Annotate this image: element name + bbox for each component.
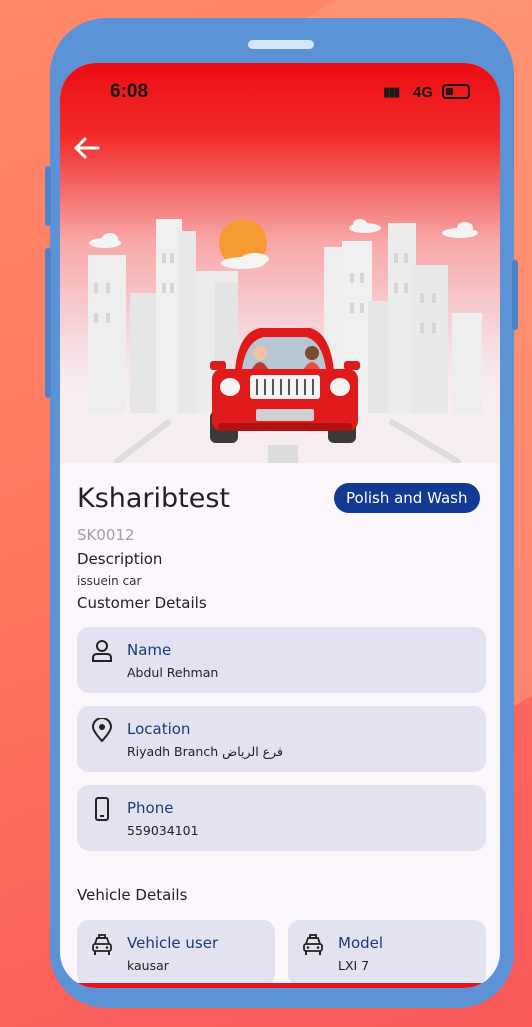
side-button [45,166,51,226]
hero-header: 6:08 ▮▮▮ 4G [60,63,500,463]
vehicle-details-heading: Vehicle Details [77,886,188,904]
location-pin-icon [91,718,113,742]
car-icon [303,934,323,955]
customer-location-card: Location Riyadh Branch فرع الرياض [77,706,486,772]
signal-icon: ▮▮▮ [383,85,401,100]
name-value: Abdul Rehman [127,665,219,680]
app-screen: 6:08 ▮▮▮ 4G Ksharibtest Polish and Wash … [60,63,500,988]
phone-label: Phone [127,799,174,817]
vehicle-user-label: Vehicle user [127,934,219,952]
customer-name-card: Name Abdul Rehman [77,627,486,693]
description-value: issuein car [77,574,142,588]
speaker-bar [248,40,314,49]
name-label: Name [127,641,172,659]
network-type: 4G [413,84,434,101]
back-button[interactable] [72,133,102,163]
bottom-accent-bar [60,983,500,988]
phone-frame: 6:08 ▮▮▮ 4G Ksharibtest Polish and Wash … [45,18,518,1008]
battery-icon [442,84,470,99]
phone-value: 559034101 [127,823,199,838]
power-button [512,260,518,330]
model-value: LXI 7 [338,958,370,973]
vehicle-user-value: kausar [127,958,169,973]
customer-phone-card: Phone 559034101 [77,785,486,851]
model-label: Model [338,934,384,952]
status-time: 6:08 [110,81,149,102]
vehicle-user-card: Vehicle user kausar [77,920,275,986]
service-badge: Polish and Wash [334,483,480,513]
job-code: SK0012 [77,526,135,544]
side-button [45,328,51,398]
arrow-left-icon [74,137,100,159]
person-icon [92,640,112,662]
city-car-illustration [60,219,500,463]
phone-icon [95,797,109,821]
location-label: Location [127,720,191,738]
location-value: Riyadh Branch فرع الرياض [127,744,284,759]
car-icon [92,934,112,955]
status-bar: 6:08 ▮▮▮ 4G [60,81,500,105]
customer-details-heading: Customer Details [77,594,207,612]
vehicle-model-card: Model LXI 7 [288,920,486,986]
page-title: Ksharibtest [77,483,231,514]
description-label: Description [77,550,163,568]
